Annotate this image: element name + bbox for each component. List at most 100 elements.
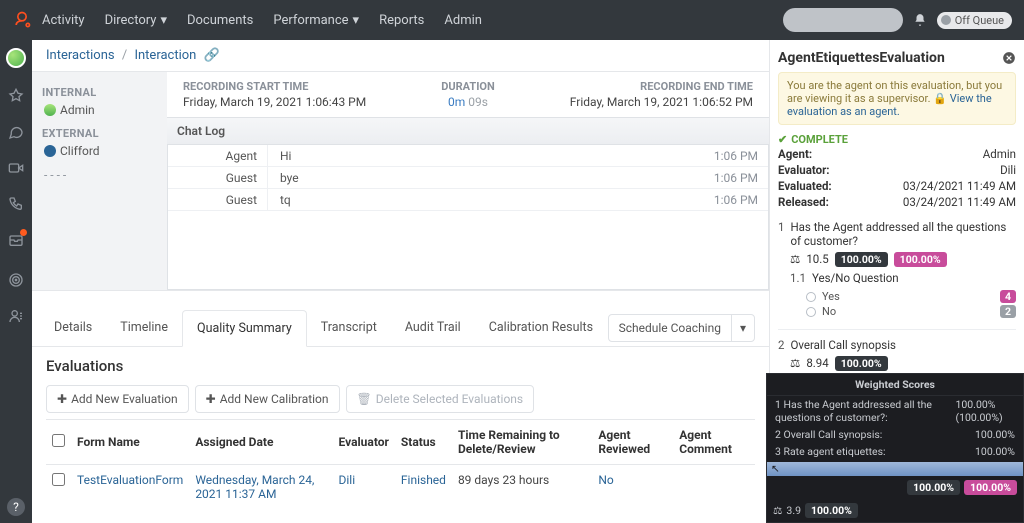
score-badge: 100.00%	[835, 356, 888, 371]
nav-performance[interactable]: Performance▾	[273, 13, 359, 28]
ws-total-dark: 100.00%	[907, 480, 960, 495]
table-row: TestEvaluationForm Wednesday, March 24, …	[46, 465, 755, 510]
lock-icon: 🔒	[933, 92, 947, 105]
rec-start-value: Friday, March 19, 2021 1:06:43 PM	[183, 95, 373, 109]
caret-down-icon: ▾	[353, 13, 360, 28]
schedule-coaching-button[interactable]: Schedule Coaching▾	[608, 314, 755, 342]
link-icon[interactable]: 🔗	[204, 48, 220, 63]
rec-end-value: Friday, March 19, 2021 1:06:52 PM	[563, 95, 753, 109]
score-badge: 100.00%	[894, 252, 947, 267]
radio-icon	[806, 307, 816, 317]
video-icon[interactable]	[8, 160, 24, 176]
external-sub: - - - -	[44, 168, 157, 182]
check-icon: ✔	[778, 133, 787, 146]
nav-admin[interactable]: Admin	[444, 13, 482, 28]
tab-details[interactable]: Details	[40, 310, 106, 345]
inbox-icon[interactable]	[8, 232, 24, 252]
nav-reports[interactable]: Reports	[379, 13, 424, 28]
eval-evaluator-link[interactable]: Dili	[339, 473, 356, 487]
rec-start-label: RECORDING START TIME	[183, 80, 373, 93]
chatlog-header: Chat Log	[167, 117, 769, 145]
tab-audit-trail[interactable]: Audit Trail	[391, 310, 475, 345]
nav-directory[interactable]: Directory▾	[105, 13, 167, 28]
agent-dot-icon	[44, 104, 56, 116]
delete-evaluations-button: 🗑Delete Selected Evaluations	[346, 385, 535, 413]
eval-reviewed-link[interactable]: No	[598, 473, 613, 487]
avatar[interactable]	[6, 48, 26, 68]
ws-bar: ↖	[767, 462, 1023, 476]
q1-num: 1	[778, 220, 784, 248]
eval-remain: 89 days 23 hours	[452, 465, 592, 510]
chat-row: AgentHi1:06 PM	[168, 145, 768, 167]
caret-down-icon: ▾	[160, 13, 167, 28]
eval-status-link[interactable]: Finished	[401, 473, 446, 487]
breadcrumb: Interactions / Interaction 🔗	[32, 40, 769, 71]
eval-form-link[interactable]: TestEvaluationForm	[77, 473, 183, 487]
plus-icon: ✚	[57, 392, 67, 406]
breadcrumb-interaction[interactable]: Interaction	[134, 48, 196, 63]
eval-assigned-link[interactable]: Wednesday, March 24, 2021 11:37 AM	[195, 473, 314, 501]
bell-icon[interactable]	[913, 13, 927, 27]
rec-end-label: RECORDING END TIME	[563, 80, 753, 93]
parties-panel: INTERNAL Admin EXTERNAL Clifford - - - -	[32, 72, 167, 290]
add-evaluation-button[interactable]: ✚Add New Evaluation	[46, 385, 189, 413]
col-assigned[interactable]: Assigned Date	[189, 420, 332, 465]
plus-icon: ✚	[206, 392, 216, 406]
col-comment[interactable]: Agent Comment	[673, 420, 755, 465]
caret-down-icon[interactable]: ▾	[731, 315, 754, 341]
star-icon[interactable]	[8, 88, 24, 104]
help-button[interactable]: ?	[7, 498, 25, 516]
nav-documents[interactable]: Documents	[187, 13, 253, 28]
nav-activity[interactable]: Activity	[42, 13, 85, 28]
evaluations-title: Evaluations	[46, 357, 755, 375]
tab-calibration-results[interactable]: Calibration Results	[475, 310, 607, 345]
col-reviewed[interactable]: Agent Reviewed	[592, 420, 673, 465]
queue-status-toggle[interactable]: Off Queue	[937, 12, 1012, 29]
chat-row: Guesttq1:06 PM	[168, 189, 768, 211]
supervisor-note: You are the agent on this evaluation, bu…	[778, 72, 1016, 125]
internal-name: Admin	[60, 103, 95, 117]
col-evaluator[interactable]: Evaluator	[333, 420, 395, 465]
ws-title: Weighted Scores	[767, 374, 1023, 396]
detail-tabs: Details Timeline Quality Summary Transcr…	[32, 309, 769, 347]
agent-icon[interactable]	[8, 308, 24, 324]
close-icon[interactable]	[1002, 51, 1016, 65]
external-name: Clifford	[60, 144, 100, 158]
chat-row: Guestbye1:06 PM	[168, 167, 768, 189]
global-search[interactable]	[783, 8, 903, 32]
ws-total-pink: 100.00%	[964, 480, 1017, 495]
status-complete: ✔COMPLETE	[778, 133, 1016, 146]
tab-transcript[interactable]: Transcript	[307, 310, 391, 345]
tab-quality-summary[interactable]: Quality Summary	[182, 310, 307, 347]
q2-num: 2	[778, 338, 784, 352]
chatlog-body: AgentHi1:06 PM Guestbye1:06 PM Guesttq1:…	[167, 145, 769, 290]
col-remain[interactable]: Time Remaining to Delete/Review	[452, 420, 592, 465]
top-nav: Activity Directory▾ Documents Performanc…	[42, 13, 482, 28]
phone-icon[interactable]	[8, 196, 24, 212]
option-no[interactable]: No2	[778, 304, 1016, 319]
eval-panel-title: AgentEtiquettesEvaluation	[778, 50, 1016, 66]
status-dot-icon	[941, 15, 951, 25]
target-icon[interactable]	[8, 272, 24, 288]
duration-label: DURATION	[373, 80, 563, 93]
col-form[interactable]: Form Name	[71, 420, 189, 465]
tab-timeline[interactable]: Timeline	[106, 310, 182, 345]
brand-logo	[12, 10, 32, 30]
weighted-scores-popup: Weighted Scores 1 Has the Agent addresse…	[766, 373, 1024, 523]
external-header: EXTERNAL	[42, 127, 157, 140]
add-calibration-button[interactable]: ✚Add New Calibration	[195, 385, 340, 413]
evaluations-table: Form Name Assigned Date Evaluator Status…	[46, 419, 755, 509]
q2-text: Overall Call synopsis	[790, 338, 895, 352]
duration-value: 0m 09s	[373, 95, 563, 109]
topbar: Activity Directory▾ Documents Performanc…	[0, 0, 1024, 40]
breadcrumb-interactions[interactable]: Interactions	[46, 48, 115, 63]
left-sidebar	[0, 40, 32, 523]
select-all-checkbox[interactable]	[52, 434, 65, 447]
chat-icon[interactable]	[8, 124, 24, 140]
scale-icon: ⚖	[790, 252, 800, 267]
col-status[interactable]: Status	[395, 420, 452, 465]
option-yes[interactable]: Yes4	[778, 289, 1016, 304]
row-checkbox[interactable]	[52, 473, 65, 486]
score-badge: 100.00%	[835, 252, 888, 267]
eval-comment	[673, 465, 755, 510]
